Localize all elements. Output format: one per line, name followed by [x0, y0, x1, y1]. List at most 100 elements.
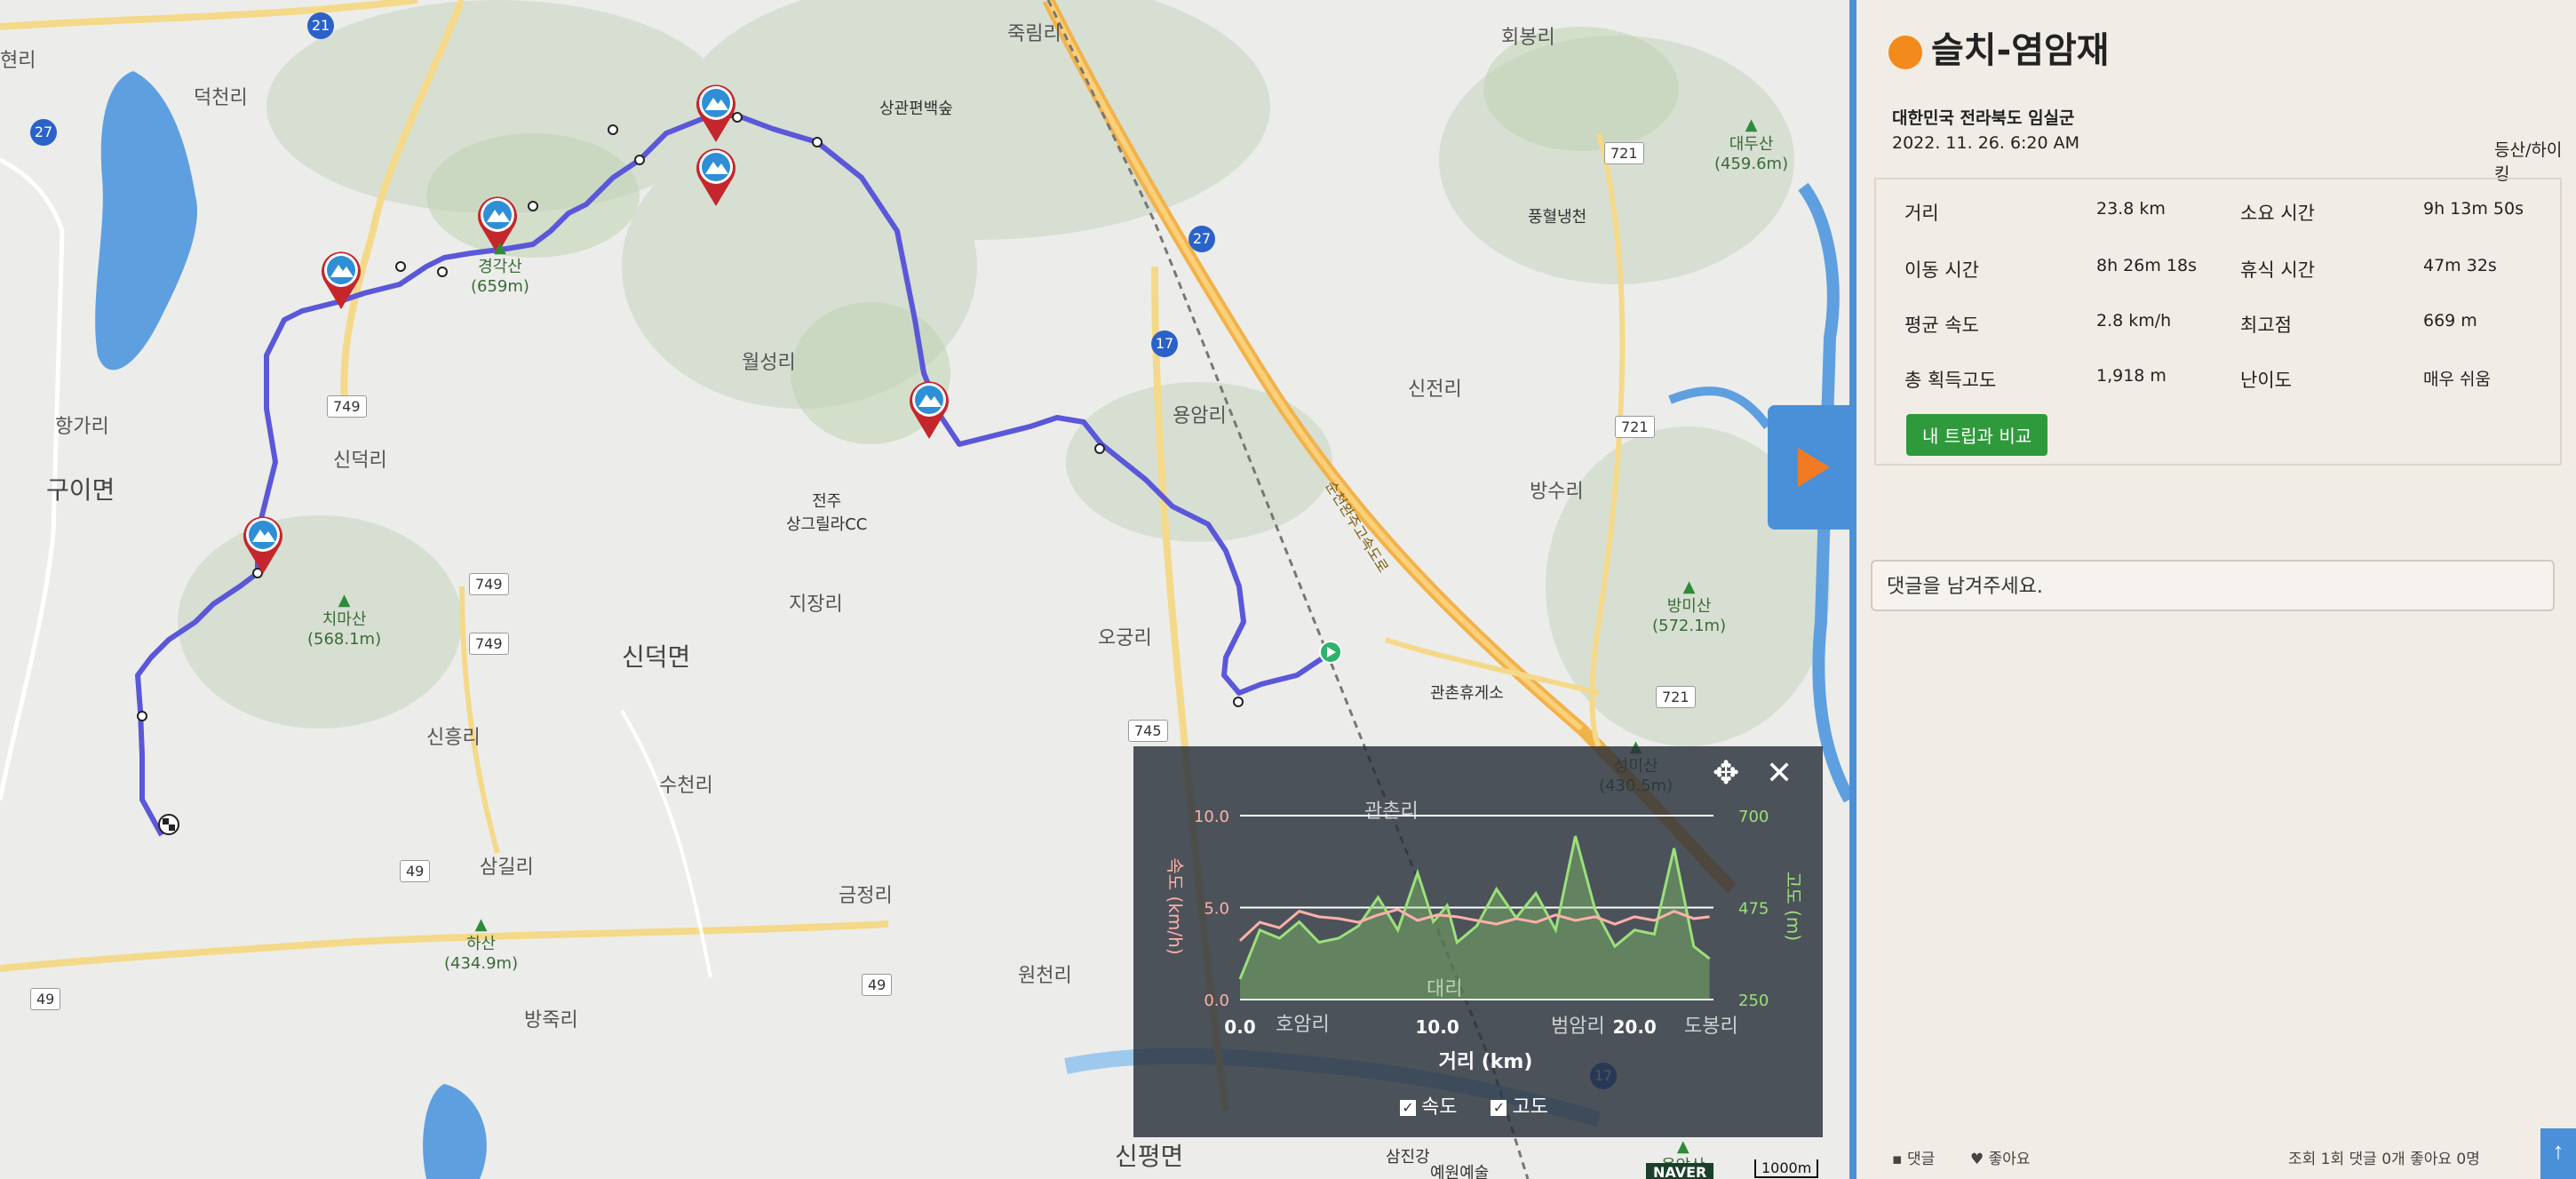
stat-value: 669 m	[2423, 311, 2477, 331]
stat-value: 8h 26m 18s	[2096, 256, 2197, 275]
stat-value: 23.8 km	[2096, 199, 2166, 219]
y2-tick-label: 250	[1738, 992, 1769, 1010]
altitude-toggle[interactable]: ✓ 고도	[1491, 1096, 1548, 1119]
map-place-label: 현리	[0, 50, 36, 72]
app-logo-icon	[1888, 36, 1922, 69]
stat-label: 최고점	[2240, 315, 2292, 336]
road-shield: 721	[1604, 142, 1644, 164]
elevation-chart-panel: 관촌리호암리대리범암리도봉리10.05.00.07004752500.010.0…	[1133, 746, 1823, 1137]
map-place-label: 신덕면	[622, 642, 691, 672]
chart-bg-label: 도봉리	[1684, 1016, 1738, 1038]
trip-title: 슬치-염암재	[1888, 21, 2110, 73]
chart-bg-label: 호암리	[1276, 1014, 1330, 1036]
map-place-label: 삼길리	[480, 856, 534, 879]
panel-divider	[1849, 0, 1856, 1179]
y-tick-label: 10.0	[1194, 808, 1229, 826]
road-shield: 749	[469, 573, 509, 595]
road-shield: 27	[1189, 226, 1215, 252]
stat-value: 9h 13m 50s	[2423, 199, 2524, 219]
trip-detail-panel: 슬치-염암재 대한민국 전라북도 임실군 2022. 11. 26. 6:20 …	[1856, 0, 2576, 1179]
map-place-label: 신평면	[1115, 1142, 1184, 1171]
map-place-label: 풍혈냉천	[1528, 208, 1587, 227]
map-place-label: 예원예술	[1430, 1164, 1490, 1179]
speed-checkbox[interactable]: ✓	[1400, 1100, 1416, 1116]
map-place-label: 방죽리	[524, 1009, 578, 1032]
map-place-label: 죽림리	[1007, 23, 1061, 45]
road-shield: 49	[30, 988, 61, 1010]
map-place-label: 회봉리	[1501, 27, 1555, 49]
map-place-label: 수천리	[659, 775, 713, 797]
elevation-chart: 관촌리호암리대리범암리도봉리10.05.00.07004752500.010.0…	[1165, 801, 1804, 1073]
road-shield: 49	[862, 974, 893, 996]
x-tick-label: 20.0	[1612, 1016, 1656, 1038]
map-place-label: 삼진강	[1386, 1148, 1430, 1167]
stat-label: 이동 시간	[1904, 259, 1979, 281]
stat-label: 난이도	[2240, 370, 2292, 391]
trip-location: 대한민국 전라북도 임실군	[1892, 108, 2075, 128]
trip-title-text: 슬치-염암재	[1931, 30, 2110, 71]
road-shield: 745	[1128, 720, 1168, 742]
waypoint-marker-icon[interactable]	[910, 381, 949, 439]
road-shield: 749	[469, 633, 509, 655]
map-place-label: 전주 상그릴라CC	[786, 492, 868, 534]
road-shield: 27	[30, 119, 57, 146]
x-tick-label: 0.0	[1224, 1016, 1255, 1038]
y-tick-label: 5.0	[1204, 900, 1229, 919]
y2-tick-label: 475	[1738, 900, 1769, 919]
map-place-label: 월성리	[742, 352, 796, 374]
road-shield: 749	[327, 395, 367, 418]
stat-label: 거리	[1904, 203, 1939, 224]
map-peak-label: ▲ 방미산 (572.1m)	[1652, 578, 1727, 635]
map-place-label: 용암리	[1173, 405, 1227, 427]
map-peak-label: ▲ 하산 (434.9m)	[444, 915, 519, 973]
map-place-label: 신흥리	[426, 727, 481, 749]
arrow-right-icon	[1798, 448, 1830, 487]
chart-bg-label: 범암리	[1551, 1016, 1605, 1038]
map-place-label: 항가리	[55, 416, 109, 438]
stat-value: 47m 32s	[2423, 256, 2497, 275]
trip-date: 2022. 11. 26. 6:20 AM	[1892, 133, 2080, 153]
map-place-label: 구이면	[46, 475, 115, 505]
close-icon[interactable]: ✕	[1766, 755, 1793, 792]
speed-toggle[interactable]: ✓ 속도	[1400, 1096, 1457, 1119]
panel-toggle-button[interactable]	[1768, 405, 1849, 530]
road-shield: 17	[1151, 331, 1178, 357]
stat-label: 소요 시간	[2240, 203, 2315, 224]
waypoint-marker-icon[interactable]	[243, 516, 282, 574]
stat-value: 매우 쉬움	[2423, 370, 2491, 389]
altitude-checkbox[interactable]: ✓	[1491, 1100, 1507, 1116]
y-axis-title: 속도 (km/h)	[1165, 857, 1186, 954]
waypoint-marker-icon[interactable]	[696, 148, 735, 206]
map-place-label: 원천리	[1018, 965, 1072, 987]
compare-trip-button[interactable]: 내 트립과 비교	[1906, 414, 2048, 456]
map-place-label: 방수리	[1530, 481, 1584, 503]
map-place-label: 신덕리	[333, 450, 387, 472]
altitude-legend-label: 고도	[1512, 1096, 1548, 1119]
map-place-label: 금정리	[839, 885, 893, 907]
map-place-label: 상관편백숲	[879, 100, 953, 118]
map-place-label: 지장리	[789, 593, 843, 616]
stat-value: 1,918 m	[2096, 366, 2167, 386]
comment-input[interactable]: 댓글을 남겨주세요.	[1871, 560, 2555, 611]
map-peak-label: ▲ 치마산 (568.1m)	[307, 591, 382, 649]
map-place-label: 덕천리	[194, 87, 248, 109]
waypoint-marker-icon[interactable]	[696, 84, 735, 142]
road-shield: 721	[1615, 416, 1655, 438]
footer-comments[interactable]: ▪ 댓글	[1892, 1146, 1935, 1168]
chart-legend: ✓ 속도 ✓ 고도	[1400, 1091, 1548, 1119]
move-icon[interactable]: ✥	[1713, 755, 1739, 792]
footer-likes[interactable]: ♥ 좋아요	[1970, 1146, 2031, 1168]
map-place-label: 오궁리	[1098, 627, 1152, 649]
waypoint-marker-icon[interactable]	[322, 251, 361, 309]
map-peak-label: ▲ 경각산 (659m)	[471, 238, 529, 296]
x-axis-title: 거리 (km)	[1439, 1051, 1533, 1073]
scroll-top-button[interactable]: ↑	[2540, 1128, 2576, 1179]
y-tick-label: 0.0	[1204, 992, 1229, 1010]
stat-label: 총 획득고도	[1904, 370, 1997, 391]
footer-stats: 조회 1회 댓글 0개 좋아요 0명	[2288, 1151, 2480, 1168]
map-view[interactable]: 현리덕천리항가리구이면 신덕리 월성리지장리신덕면 오궁리신흥리수천리삼길리금정리원천…	[0, 0, 1849, 1179]
footer-likes-label: 좋아요	[1988, 1151, 2031, 1168]
map-place-label: 관촌휴게소	[1430, 684, 1504, 703]
speed-legend-label: 속도	[1421, 1096, 1458, 1119]
footer-comments-label: 댓글	[1906, 1151, 1936, 1168]
